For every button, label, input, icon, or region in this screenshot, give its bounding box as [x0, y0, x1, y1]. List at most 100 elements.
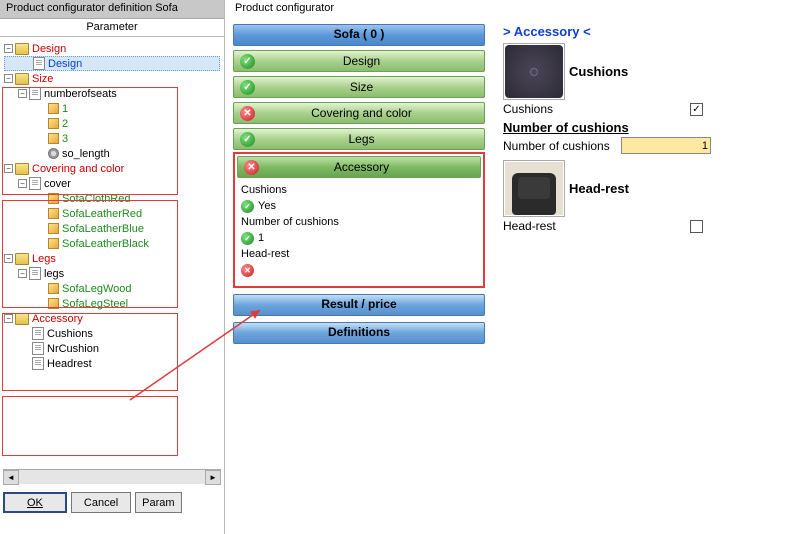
folder-icon: [15, 313, 29, 325]
tree-leaf[interactable]: 2: [4, 116, 220, 131]
folder-icon: [15, 73, 29, 85]
tree-node-accessory[interactable]: − Accessory: [4, 311, 220, 326]
numcushions-field: Number of cushions: [503, 137, 743, 154]
tree-leaf[interactable]: SofaLeatherBlue: [4, 221, 220, 236]
collapse-icon[interactable]: −: [4, 74, 13, 83]
page-icon: [33, 57, 45, 70]
error-icon: ✕: [240, 106, 255, 121]
horizontal-scrollbar[interactable]: ◄ ►: [3, 469, 221, 484]
cancel-button[interactable]: Cancel: [71, 492, 131, 513]
collapse-icon[interactable]: −: [18, 179, 27, 188]
cushions-title: Cushions: [569, 64, 628, 79]
cube-icon: [48, 223, 59, 234]
tree-leaf[interactable]: 1: [4, 101, 220, 116]
scroll-right-icon[interactable]: ►: [205, 470, 221, 485]
step-label: Legs: [261, 132, 484, 146]
tree-label: legs: [44, 268, 64, 280]
collapse-icon[interactable]: −: [4, 164, 13, 173]
page-icon: [32, 357, 44, 370]
ok-icon: ✓: [241, 232, 254, 245]
collapse-icon[interactable]: −: [18, 269, 27, 278]
wizard-column: Sofa ( 0 ) ✓Design ✓Size ✕Covering and c…: [233, 24, 485, 344]
headrest-thumbnail: [503, 160, 565, 217]
tree-leaf[interactable]: SofaLegWood: [4, 281, 220, 296]
cushions-checkbox[interactable]: ✓: [690, 103, 703, 116]
tree-label: 3: [62, 133, 68, 145]
detail-label: Number of cushions: [241, 214, 477, 230]
scroll-left-icon[interactable]: ◄: [3, 470, 19, 485]
tree-node-legs[interactable]: − Legs: [4, 251, 220, 266]
headrest-sublabel: Head-rest: [503, 219, 556, 233]
tree-leaf[interactable]: SofaClothRed: [4, 191, 220, 206]
wizard-header: Sofa ( 0 ): [233, 24, 485, 46]
detail-label: Cushions: [241, 182, 477, 198]
headrest-block: Head-rest: [503, 160, 743, 217]
step-label: Design: [261, 54, 484, 68]
wizard-result[interactable]: Result / price: [233, 294, 485, 316]
collapse-icon[interactable]: −: [18, 89, 27, 98]
cube-icon: [48, 283, 59, 294]
detail-label: Head-rest: [241, 246, 477, 262]
tree-node-cover[interactable]: − cover: [4, 176, 220, 191]
tree-label: Cushions: [47, 328, 93, 340]
page-icon: [29, 87, 41, 100]
wizard-step-accessory[interactable]: ✕ Accessory: [237, 156, 481, 178]
tree-leaf[interactable]: SofaLeatherBlack: [4, 236, 220, 251]
cushions-block: Cushions: [503, 43, 743, 100]
folder-icon: [15, 163, 29, 175]
error-icon: ✕: [244, 160, 259, 175]
tree-leaf[interactable]: NrCushion: [4, 341, 220, 356]
wizard-step-covering[interactable]: ✕Covering and color: [233, 102, 485, 124]
collapse-icon[interactable]: −: [4, 44, 13, 53]
tree-label: Size: [32, 73, 53, 85]
wizard-step-legs[interactable]: ✓ Legs: [233, 128, 485, 150]
gear-icon: [48, 148, 59, 159]
page-icon: [29, 267, 41, 280]
cube-icon: [48, 103, 59, 114]
numcushions-input[interactable]: [621, 137, 711, 154]
ok-icon: ✓: [240, 132, 255, 147]
page-icon: [32, 342, 44, 355]
tree-label: SofaLeatherBlack: [62, 238, 149, 250]
tree-label: Design: [48, 58, 82, 70]
folder-icon: [15, 43, 29, 55]
collapse-icon[interactable]: −: [4, 314, 13, 323]
button-bar: OK Cancel Param: [3, 492, 182, 514]
tree-leaf[interactable]: SofaLegSteel: [4, 296, 220, 311]
wizard-step-size[interactable]: ✓ Size: [233, 76, 485, 98]
tree-label: SofaLeatherBlue: [62, 223, 144, 235]
cube-icon: [48, 133, 59, 144]
step-label: Accessory: [265, 160, 480, 174]
tree-label: 1: [62, 103, 68, 115]
highlight-box: ✕Accessory Cushions ✓Yes Number of cushi…: [233, 152, 485, 288]
parameter-tree: − Design Design − Size − numberofseats 1…: [0, 37, 224, 457]
tree-node-covering[interactable]: − Covering and color: [4, 161, 220, 176]
parameter-header: Parameter: [0, 19, 224, 37]
tree-leaf[interactable]: Cushions: [4, 326, 220, 341]
cube-icon: [48, 238, 59, 249]
wizard-step-design[interactable]: ✓Design: [233, 50, 485, 72]
cushions-field: Cushions ✓: [503, 102, 703, 116]
tree-label: Design: [32, 43, 66, 55]
tree-leaf[interactable]: so_length: [4, 146, 220, 161]
tree-node-size[interactable]: − Size: [4, 71, 220, 86]
step-label: Size: [261, 80, 484, 94]
tree-label: Legs: [32, 253, 56, 265]
ok-icon: ✓: [240, 80, 255, 95]
collapse-icon[interactable]: −: [4, 254, 13, 263]
tree-node-legs-sub[interactable]: − legs: [4, 266, 220, 281]
tree-leaf[interactable]: Headrest: [4, 356, 220, 371]
headrest-checkbox[interactable]: [690, 220, 703, 233]
tree-leaf[interactable]: 3: [4, 131, 220, 146]
cube-icon: [48, 193, 59, 204]
ok-button[interactable]: OK: [3, 492, 67, 513]
detail-value: ✕: [241, 262, 477, 278]
tree-label: Headrest: [47, 358, 92, 370]
param-button[interactable]: Param: [135, 492, 181, 513]
tree-node-design[interactable]: − Design: [4, 41, 220, 56]
wizard-definitions[interactable]: Definitions: [233, 322, 485, 344]
tree-node-design-child[interactable]: Design: [4, 56, 220, 71]
tree-node-numberofseats[interactable]: − numberofseats: [4, 86, 220, 101]
tree-leaf[interactable]: SofaLeatherRed: [4, 206, 220, 221]
tree-label: SofaLegWood: [62, 283, 132, 295]
